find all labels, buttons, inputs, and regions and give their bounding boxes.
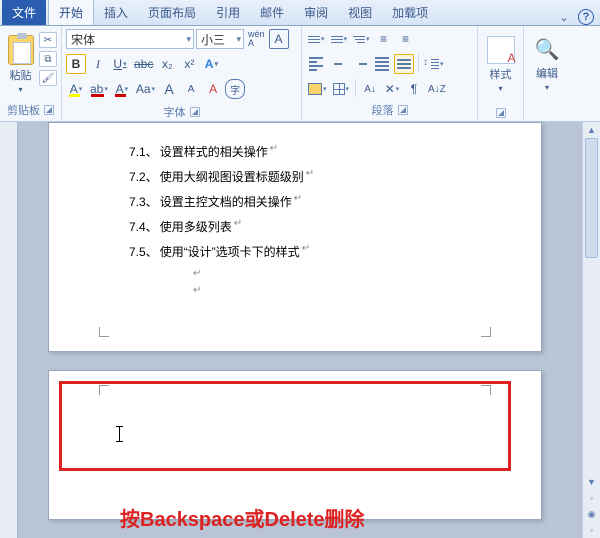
sort-button[interactable]: A↓ — [360, 79, 380, 99]
vertical-ruler[interactable] — [0, 122, 18, 538]
show-marks-button[interactable]: ¶ — [404, 79, 424, 99]
justify-button[interactable] — [372, 54, 392, 74]
vertical-scrollbar[interactable]: ▲ ▼ ◦ ◉ ◦ — [582, 122, 600, 538]
page-1[interactable]: 7.1、设置样式的相关操作↵ 7.2、使用大纲视图设置标题级别↵ 7.3、设置主… — [48, 122, 542, 352]
help-icon[interactable]: ? — [578, 9, 594, 25]
bold-button[interactable]: B — [66, 54, 86, 74]
paste-label: 粘贴 — [10, 67, 32, 83]
font-name-combo[interactable]: 宋体 — [66, 29, 194, 49]
dialog-launcher-icon[interactable] — [398, 105, 408, 115]
styles-label: 样式 — [490, 66, 512, 82]
align-right-button[interactable] — [350, 54, 370, 74]
paragraph-group-label: 段落 — [372, 102, 394, 118]
cut-button[interactable]: ✂ — [39, 32, 57, 48]
scroll-thumb[interactable] — [585, 138, 598, 258]
font-group-label: 字体 — [164, 104, 186, 120]
minimize-ribbon-icon[interactable]: ⌄ — [556, 9, 572, 25]
doc-line[interactable]: 7.2、使用大纲视图设置标题级别↵ — [129, 168, 491, 185]
tab-mailings[interactable]: 邮件 — [250, 0, 294, 25]
tab-insert[interactable]: 插入 — [94, 0, 138, 25]
editing-label: 编辑 — [536, 65, 558, 81]
align-left-button[interactable] — [306, 54, 326, 74]
crop-mark-icon — [477, 325, 491, 337]
enclose-char-button[interactable]: 字 — [225, 79, 245, 99]
underline-button[interactable]: U — [110, 54, 130, 74]
phonetic-guide-button[interactable]: wénA — [246, 29, 267, 49]
increase-indent-button[interactable]: ≡ — [396, 29, 416, 49]
scroll-down-icon[interactable]: ▼ — [583, 474, 600, 490]
shading-button[interactable] — [306, 79, 329, 99]
font-color-button[interactable]: A — [112, 79, 132, 99]
clear-format-button[interactable]: A — [203, 79, 223, 99]
dialog-launcher-icon[interactable] — [496, 108, 506, 118]
font-size-combo[interactable]: 小三 — [196, 29, 244, 49]
superscript-button[interactable]: x² — [179, 54, 199, 74]
sort-button-2[interactable]: A↓Z — [426, 79, 448, 99]
grow-font-button[interactable]: A — [159, 79, 179, 99]
document-workspace: 7.1、设置样式的相关操作↵ 7.2、使用大纲视图设置标题级别↵ 7.3、设置主… — [0, 122, 600, 538]
text-cursor — [119, 427, 120, 441]
annotation-text: 按Backspace或Delete删除 — [120, 503, 365, 532]
dialog-launcher-icon[interactable] — [44, 105, 54, 115]
paragraph-mark: ↵ — [193, 285, 491, 296]
doc-line[interactable]: 7.4、使用多级列表↵ — [129, 218, 491, 235]
doc-line[interactable]: 7.1、设置样式的相关操作↵ — [129, 143, 491, 160]
ribbon: 粘贴 ▾ ✂ ⧉ 🖌 剪贴板 宋体 小三 wénA A B I U abc — [0, 26, 600, 122]
multilevel-list-button[interactable] — [351, 29, 372, 49]
editing-button[interactable]: 🔍编辑▾ — [528, 29, 566, 99]
ribbon-tabs: 文件 开始 插入 页面布局 引用 邮件 审阅 视图 加载项 ⌄ ? — [0, 0, 600, 26]
format-painter-button[interactable]: 🖌 — [39, 70, 57, 86]
align-center-button[interactable] — [328, 54, 348, 74]
annotation-box — [59, 381, 511, 471]
tab-home[interactable]: 开始 — [48, 0, 94, 25]
char-border-button[interactable]: A — [269, 29, 289, 49]
document-area[interactable]: 7.1、设置样式的相关操作↵ 7.2、使用大纲视图设置标题级别↵ 7.3、设置主… — [18, 122, 582, 538]
numbering-button[interactable] — [329, 29, 350, 49]
asian-layout-button[interactable]: ✕ — [382, 79, 402, 99]
paragraph-mark: ↵ — [193, 268, 491, 279]
tab-view[interactable]: 视图 — [338, 0, 382, 25]
prev-page-icon[interactable]: ◦ — [583, 490, 600, 506]
tab-references[interactable]: 引用 — [206, 0, 250, 25]
chevron-down-icon: ▾ — [18, 85, 22, 94]
bullets-button[interactable] — [306, 29, 327, 49]
italic-button[interactable]: I — [88, 54, 108, 74]
paste-button[interactable]: 粘贴 ▾ — [4, 29, 37, 99]
borders-button[interactable] — [331, 79, 352, 99]
highlight-button[interactable]: A — [66, 79, 86, 99]
styles-icon — [487, 36, 515, 64]
find-icon: 🔍 — [534, 37, 560, 63]
distributed-button[interactable] — [394, 54, 414, 74]
copy-button[interactable]: ⧉ — [39, 51, 57, 67]
tab-review[interactable]: 审阅 — [294, 0, 338, 25]
browse-object-icon[interactable]: ◉ — [583, 506, 600, 522]
char-shading-button[interactable]: ab — [88, 79, 110, 99]
page-2[interactable] — [48, 370, 542, 520]
doc-line[interactable]: 7.5、使用“设计”选项卡下的样式↵ — [129, 243, 491, 260]
shrink-font-button[interactable]: A — [181, 79, 201, 99]
tab-layout[interactable]: 页面布局 — [138, 0, 206, 25]
crop-mark-icon — [99, 325, 113, 337]
text-effects-button[interactable]: A — [201, 54, 221, 74]
tab-addins[interactable]: 加载项 — [382, 0, 438, 25]
change-case-button[interactable]: Aa — [134, 79, 157, 99]
clipboard-icon — [8, 35, 34, 65]
subscript-button[interactable]: x₂ — [157, 54, 177, 74]
tab-file[interactable]: 文件 — [2, 0, 46, 25]
next-page-icon[interactable]: ◦ — [583, 522, 600, 538]
strikethrough-button[interactable]: abc — [132, 54, 155, 74]
scroll-up-icon[interactable]: ▲ — [583, 122, 600, 138]
dialog-launcher-icon[interactable] — [190, 107, 200, 117]
decrease-indent-button[interactable]: ≡ — [374, 29, 394, 49]
line-spacing-button[interactable] — [423, 54, 446, 74]
doc-line[interactable]: 7.3、设置主控文档的相关操作↵ — [129, 193, 491, 210]
styles-button[interactable]: 样式▾ — [482, 29, 519, 99]
clipboard-group-label: 剪贴板 — [7, 102, 40, 118]
